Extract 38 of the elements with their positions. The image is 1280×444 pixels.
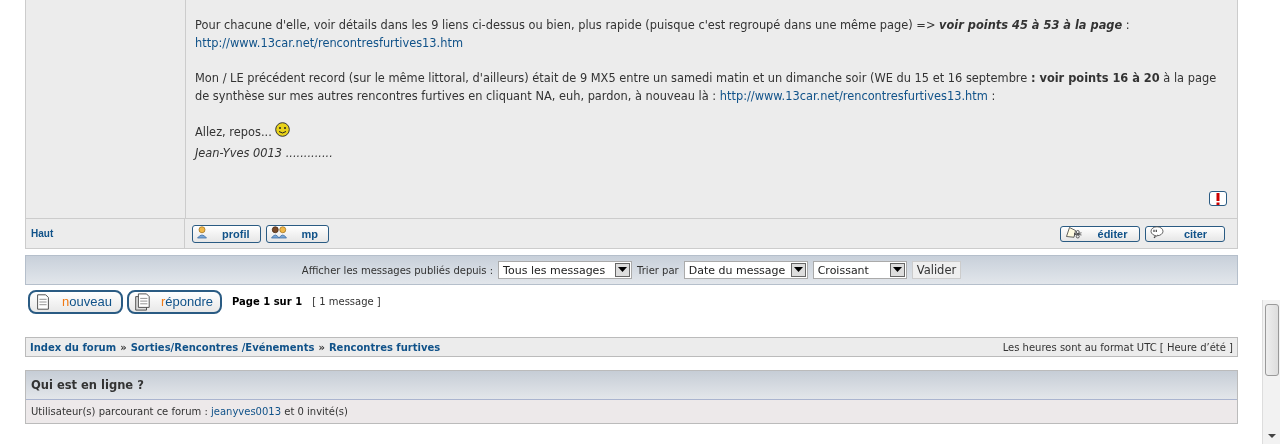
- url-link[interactable]: http://www.13car.net/rencontresfurtives13.htm: [719, 89, 988, 103]
- reply-button[interactable]: répondre: [127, 289, 222, 314]
- signature: Jean-Yves 0013 .............: [195, 145, 334, 162]
- breadcrumb-link[interactable]: Index du forum: [30, 341, 117, 353]
- post-paragraph: Pour chacune d'elle, voir détails dans les 9 liens ci-dessus ou bien, plus rapide (puisque c'est regroupé dans une même page) => voir points 45 à 53 à la page : http://www.13car.net/rencontresfurtives13.htm: [195, 17, 1131, 52]
- post-button[interactable]: éditer: [1060, 225, 1140, 242]
- timezone-note: Les heures sont au format UTC [ Heure d’été ]: [1002, 341, 1233, 353]
- post-paragraph: Mon / LE précédent record (sur le même littoral, d'ailleurs) était de 9 MX5 entre un samedi matin et un dimanche soir (WE du 15 et 16 septembre : voir points 16 à 20 à la page de synthèse sur mes autres rencontres furtives en cliquant NA, euh, pardon, à nouveau là : http://www.13car.net/rencontresfurtives13.htm :: [195, 70, 1218, 105]
- user-link[interactable]: jeanyves0013: [211, 406, 282, 417]
- top-link[interactable]: Haut: [31, 228, 54, 239]
- breadcrumb-link[interactable]: Rencontres furtives: [328, 341, 441, 353]
- smiley-icon: [275, 122, 291, 137]
- section-title: Qui est en ligne ?: [31, 378, 144, 392]
- new-topic-button[interactable]: nouveau: [28, 289, 123, 314]
- post-button[interactable]: citer: [1145, 225, 1225, 242]
- url-link[interactable]: http://www.13car.net/rencontresfurtives13.htm: [195, 36, 464, 50]
- online-text: Utilisateur(s) parcourant ce forum : jeanyves0013 et 0 invité(s): [31, 406, 348, 417]
- submit-button[interactable]: Valider: [911, 261, 962, 279]
- document-icon: [34, 292, 52, 311]
- page-info: Page 1 sur 1: [232, 296, 303, 307]
- speech-bubble-icon: [1147, 226, 1167, 241]
- post-button[interactable]: mp: [265, 224, 329, 243]
- report-button[interactable]: [1209, 191, 1227, 206]
- separator: »: [318, 341, 325, 353]
- dropdown[interactable]: Tous les messages: [498, 261, 633, 279]
- person-icon: [194, 226, 210, 241]
- breadcrumb-link[interactable]: Sorties/Rencontres /Evénements: [130, 341, 315, 353]
- separator: »: [120, 341, 127, 353]
- sort-label: Trier par: [637, 264, 679, 276]
- scrollbar[interactable]: [1262, 300, 1280, 444]
- post-paragraph: Allez, repos...: [195, 122, 1227, 141]
- dropdown[interactable]: Date du message: [683, 261, 808, 279]
- dropdown[interactable]: Croissant: [812, 261, 907, 279]
- filter-label: Afficher les messages publiés depuis :: [301, 264, 494, 276]
- documents-icon: [133, 292, 151, 311]
- exclamation-icon: [1214, 192, 1222, 205]
- post-button[interactable]: profil: [192, 224, 261, 243]
- message-count: [ 1 message ]: [312, 296, 381, 307]
